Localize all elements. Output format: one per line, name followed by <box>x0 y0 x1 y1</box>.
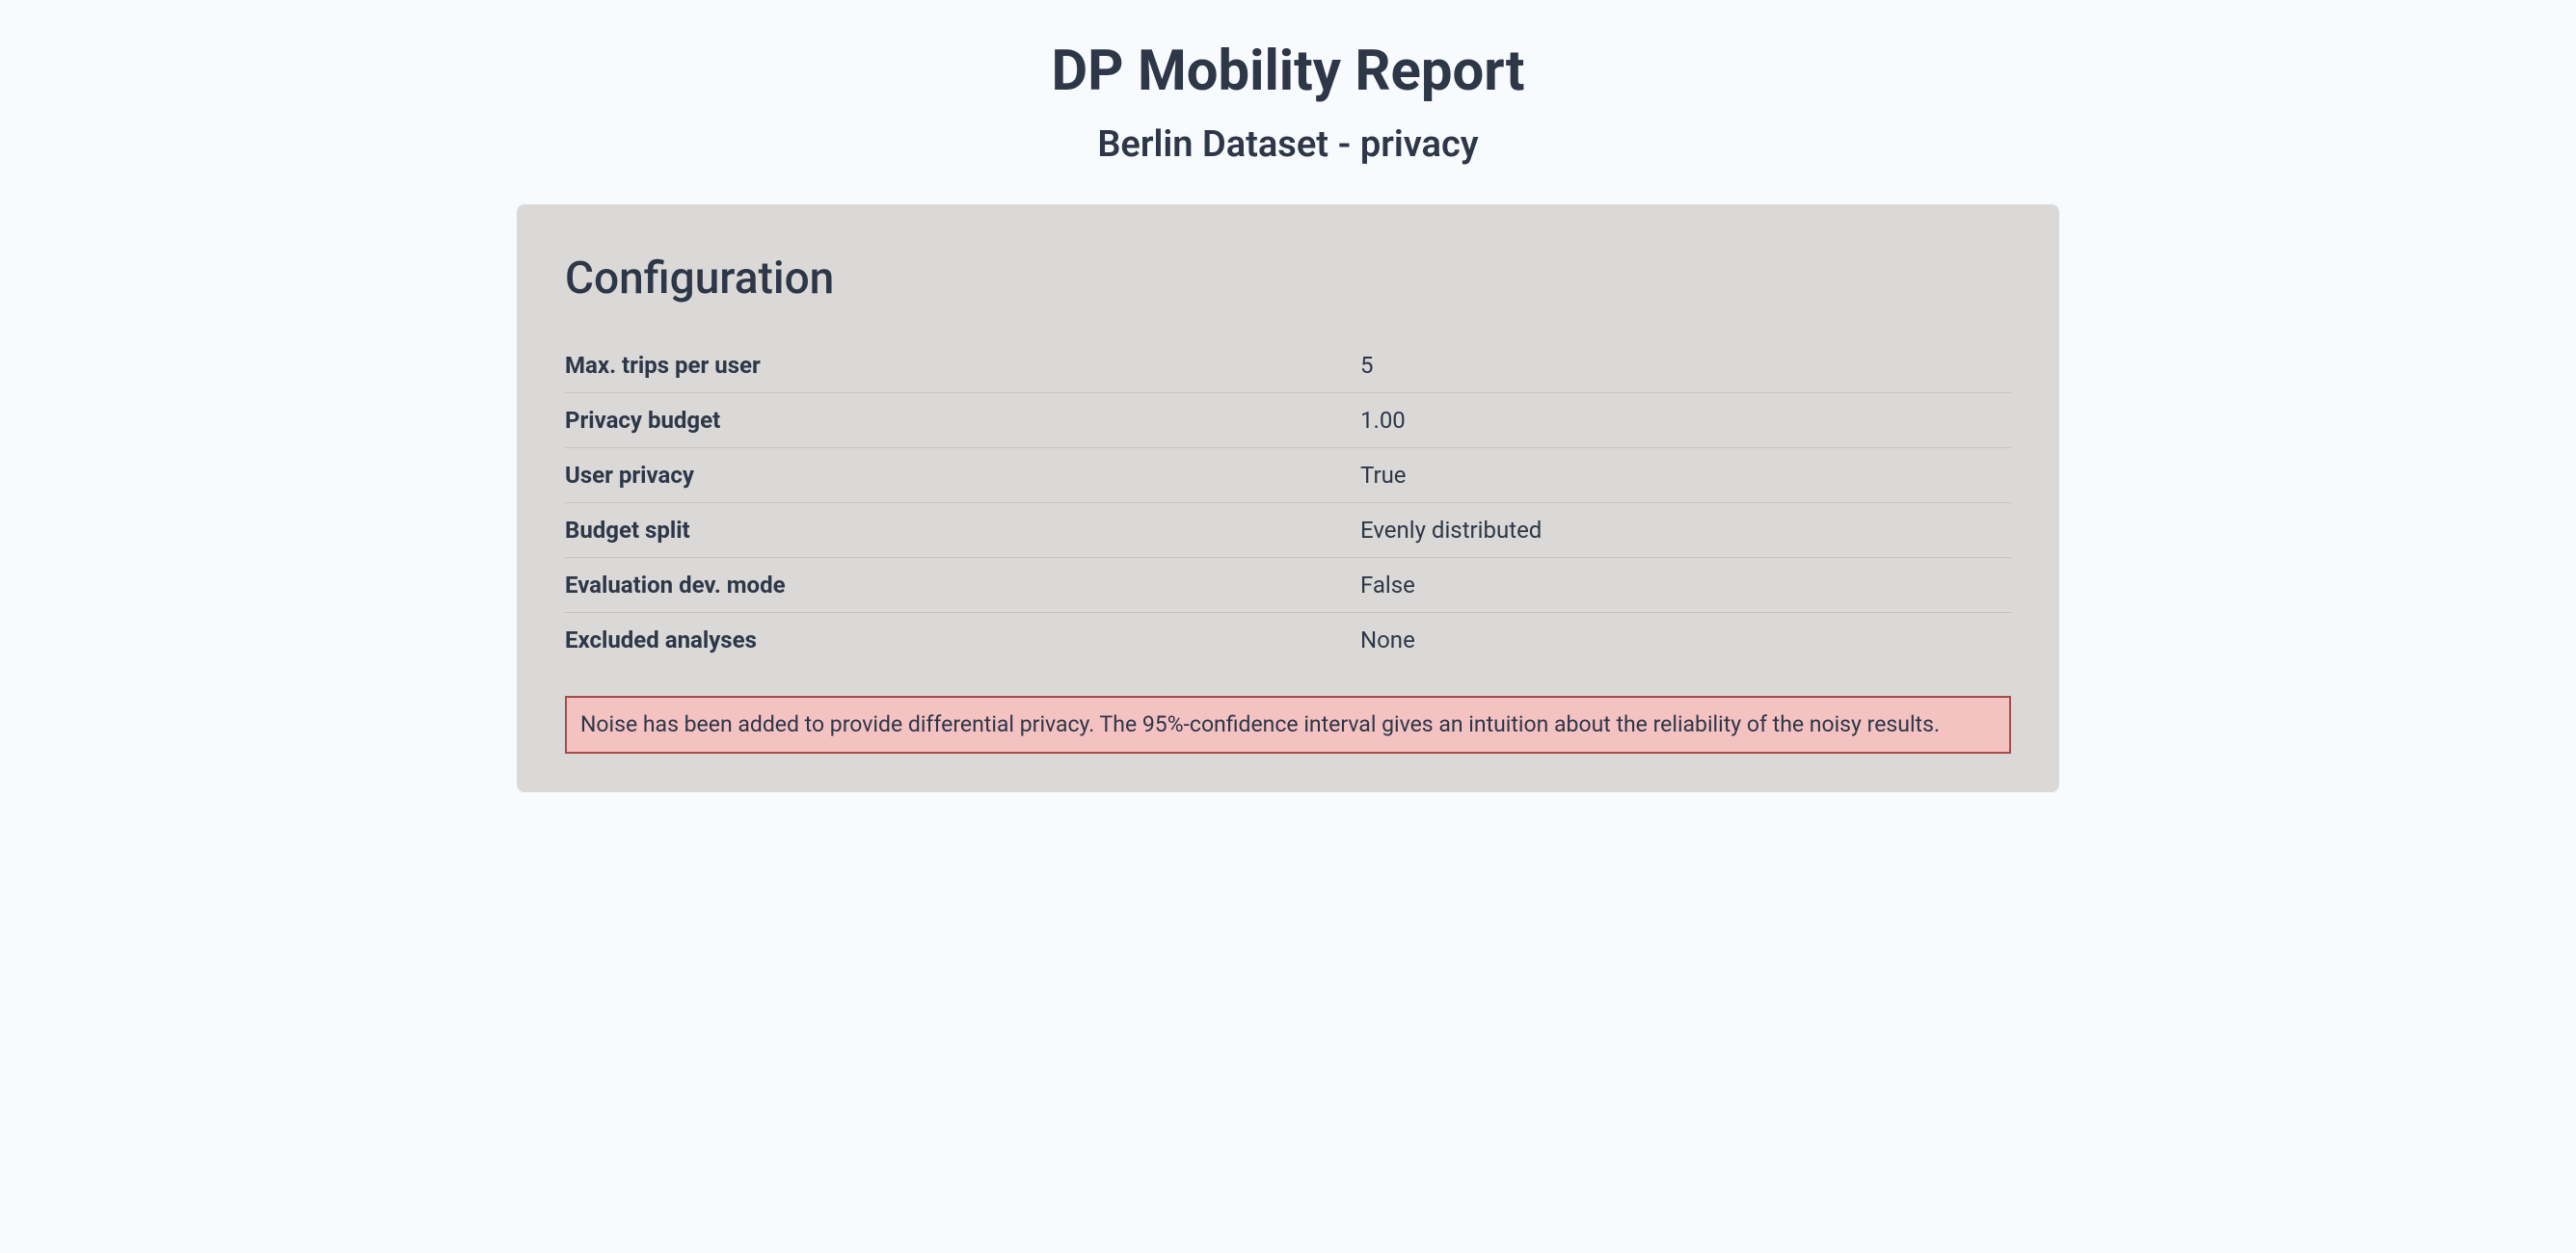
config-value: 5 <box>1360 338 2011 393</box>
config-value: None <box>1360 613 2011 668</box>
report-container: DP Mobility Report Berlin Dataset - priv… <box>517 39 2059 792</box>
table-row: Budget split Evenly distributed <box>565 503 2011 558</box>
table-row: Privacy budget 1.00 <box>565 393 2011 448</box>
table-row: Excluded analyses None <box>565 613 2011 668</box>
table-row: Evaluation dev. mode False <box>565 558 2011 613</box>
configuration-panel: Configuration Max. trips per user 5 Priv… <box>517 204 2059 792</box>
config-value: 1.00 <box>1360 393 2011 448</box>
table-row: Max. trips per user 5 <box>565 338 2011 393</box>
config-value: False <box>1360 558 2011 613</box>
page-subtitle: Berlin Dataset - privacy <box>517 123 2059 166</box>
config-label: User privacy <box>565 448 1360 503</box>
configuration-table: Max. trips per user 5 Privacy budget 1.0… <box>565 338 2011 667</box>
config-label: Budget split <box>565 503 1360 558</box>
page-title: DP Mobility Report <box>517 39 2059 104</box>
config-label: Excluded analyses <box>565 613 1360 668</box>
privacy-notice: Noise has been added to provide differen… <box>565 696 2011 754</box>
config-label: Privacy budget <box>565 393 1360 448</box>
config-label: Max. trips per user <box>565 338 1360 393</box>
config-value: Evenly distributed <box>1360 503 2011 558</box>
table-row: User privacy True <box>565 448 2011 503</box>
configuration-heading: Configuration <box>565 253 2011 305</box>
config-value: True <box>1360 448 2011 503</box>
config-label: Evaluation dev. mode <box>565 558 1360 613</box>
